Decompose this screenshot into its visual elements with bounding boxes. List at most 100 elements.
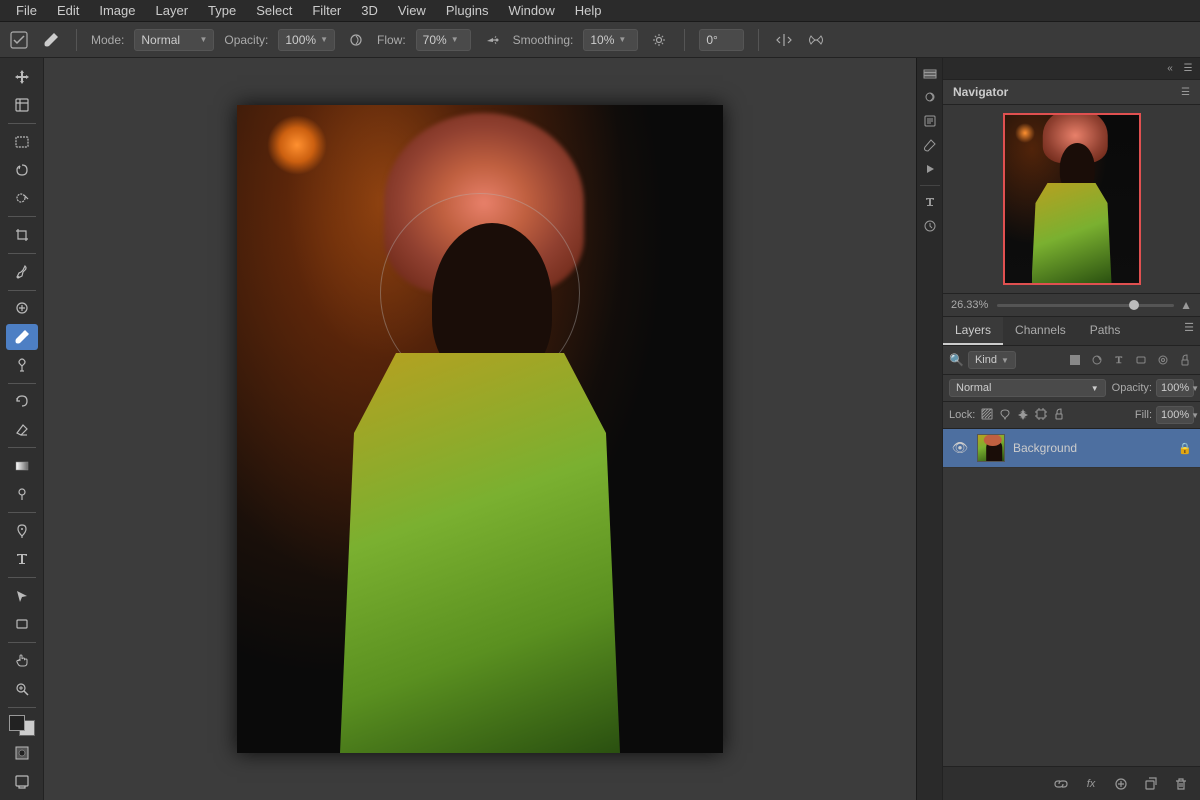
gradient-tool[interactable]	[6, 453, 38, 479]
crop-tool[interactable]	[6, 222, 38, 248]
tab-paths[interactable]: Paths	[1078, 317, 1133, 345]
menu-plugins[interactable]: Plugins	[438, 1, 497, 20]
pen-tool[interactable]	[6, 518, 38, 544]
menu-image[interactable]: Image	[91, 1, 143, 20]
toolbar-sep-1	[8, 123, 36, 124]
toolbar-sep-2	[8, 216, 36, 217]
separator-2	[684, 29, 685, 51]
text-tool[interactable]	[6, 546, 38, 572]
new-fill-layer-btn[interactable]	[1110, 773, 1132, 795]
tab-channels[interactable]: Channels	[1003, 317, 1078, 345]
panel-icon-brush[interactable]	[919, 134, 941, 156]
link-layers-btn[interactable]	[1050, 773, 1072, 795]
flow-value[interactable]: 70% ▼	[416, 29, 471, 51]
menu-layer[interactable]: Layer	[148, 1, 197, 20]
filter-kind-dropdown[interactable]: Kind ▼	[968, 351, 1016, 369]
lock-all-btn[interactable]	[1053, 408, 1065, 423]
layers-panel: Layers Channels Paths ☰ 🔍 Kind ▼	[943, 317, 1200, 800]
panel-icon-character[interactable]	[919, 191, 941, 213]
color-swatches[interactable]	[9, 715, 35, 736]
opacity-input[interactable]: 100% ▼	[1156, 379, 1194, 397]
clone-stamp-tool[interactable]	[6, 352, 38, 378]
fill-val-arrow: ▼	[1191, 411, 1199, 420]
smoothing-settings-icon[interactable]	[648, 29, 670, 51]
fx-btn[interactable]: fx	[1080, 773, 1102, 795]
filter-pixel-icon[interactable]	[1066, 351, 1084, 369]
hand-tool[interactable]	[6, 648, 38, 674]
canvas-area[interactable]	[44, 58, 916, 800]
screen-mode[interactable]	[6, 768, 38, 794]
panel-icon-properties[interactable]	[919, 110, 941, 132]
options-bar: Mode: Normal ▼ Opacity: 100% ▼ Flow: 70%…	[0, 22, 1200, 58]
tab-layers[interactable]: Layers	[943, 317, 1003, 345]
mode-dropdown[interactable]: Normal ▼	[134, 29, 214, 51]
pressure-icon[interactable]	[345, 29, 367, 51]
butterfly-icon[interactable]	[805, 29, 827, 51]
path-selection-tool[interactable]	[6, 583, 38, 609]
rectangle-shape-tool[interactable]	[6, 611, 38, 637]
panel-menu-btn[interactable]: ☰	[1180, 61, 1196, 77]
smoothing-value[interactable]: 10% ▼	[583, 29, 638, 51]
symmetry-icon[interactable]	[773, 29, 795, 51]
zoom-slider[interactable]	[997, 304, 1174, 307]
layers-footer: fx	[943, 766, 1200, 800]
artboard-tool[interactable]	[6, 92, 38, 118]
toolbar-sep-6	[8, 447, 36, 448]
layer-item-background[interactable]: 👁 Background 🔒	[943, 429, 1200, 468]
panel-icon-history[interactable]	[919, 215, 941, 237]
menu-window[interactable]: Window	[500, 1, 562, 20]
rectangular-marquee-tool[interactable]	[6, 129, 38, 155]
layers-list[interactable]: 👁 Background 🔒	[943, 429, 1200, 766]
eyedropper-tool[interactable]	[6, 259, 38, 285]
filter-shape-icon[interactable]	[1132, 351, 1150, 369]
menu-help[interactable]: Help	[567, 1, 610, 20]
panel-icon-adjust[interactable]	[919, 86, 941, 108]
navigator-thumbnail	[1003, 113, 1141, 285]
navigator-menu-btn[interactable]: ☰	[1181, 87, 1190, 98]
nav-thumb-jacket	[1032, 183, 1112, 283]
mode-label: Mode:	[91, 33, 124, 47]
blend-mode-dropdown[interactable]: Normal ▼	[949, 379, 1106, 397]
menu-3d[interactable]: 3D	[353, 1, 386, 20]
filter-lock-icon[interactable]	[1176, 351, 1194, 369]
filter-smart-icon[interactable]	[1154, 351, 1172, 369]
eraser-tool[interactable]	[6, 416, 38, 442]
lasso-tool[interactable]	[6, 157, 38, 183]
airbrush-icon[interactable]	[481, 29, 503, 51]
menu-edit[interactable]: Edit	[49, 1, 87, 20]
fill-section: Fill: 100% ▼	[1135, 406, 1194, 424]
quick-mask-mode[interactable]	[6, 740, 38, 766]
lock-paint-btn[interactable]	[999, 408, 1011, 423]
layers-panel-menu-btn[interactable]: ☰	[1178, 317, 1200, 345]
lock-position-btn[interactable]	[1017, 408, 1029, 423]
new-layer-btn[interactable]	[1140, 773, 1162, 795]
lock-artboard-btn[interactable]	[1035, 408, 1047, 423]
menu-file[interactable]: File	[8, 1, 45, 20]
menu-view[interactable]: View	[390, 1, 434, 20]
history-brush-tool[interactable]	[6, 388, 38, 414]
brush-icon[interactable]	[40, 29, 62, 51]
dodge-tool[interactable]	[6, 481, 38, 507]
zoom-tool[interactable]	[6, 676, 38, 702]
panel-icon-layers[interactable]	[919, 62, 941, 84]
healing-brush-tool[interactable]	[6, 295, 38, 321]
lock-transparency-btn[interactable]	[981, 408, 993, 423]
delete-layer-btn[interactable]	[1170, 773, 1192, 795]
menu-filter[interactable]: Filter	[304, 1, 349, 20]
panel-icon-play[interactable]	[919, 158, 941, 180]
layer-visibility-toggle[interactable]: 👁	[951, 439, 969, 457]
panel-side-icons	[916, 58, 942, 800]
menu-type[interactable]: Type	[200, 1, 244, 20]
brush-tool[interactable]	[6, 324, 38, 350]
filter-adjust-icon[interactable]	[1088, 351, 1106, 369]
opacity-label: Opacity:	[224, 33, 268, 47]
menu-select[interactable]: Select	[248, 1, 300, 20]
move-tool[interactable]	[6, 64, 38, 90]
layers-blend-bar: Normal ▼ Opacity: 100% ▼	[943, 375, 1200, 402]
panel-collapse-btn[interactable]: «	[1162, 61, 1178, 77]
opacity-value[interactable]: 100% ▼	[278, 29, 335, 51]
filter-text-icon[interactable]	[1110, 351, 1128, 369]
angle-value[interactable]: 0°	[699, 29, 744, 51]
fill-input[interactable]: 100% ▼	[1156, 406, 1194, 424]
quick-select-tool[interactable]	[6, 185, 38, 211]
